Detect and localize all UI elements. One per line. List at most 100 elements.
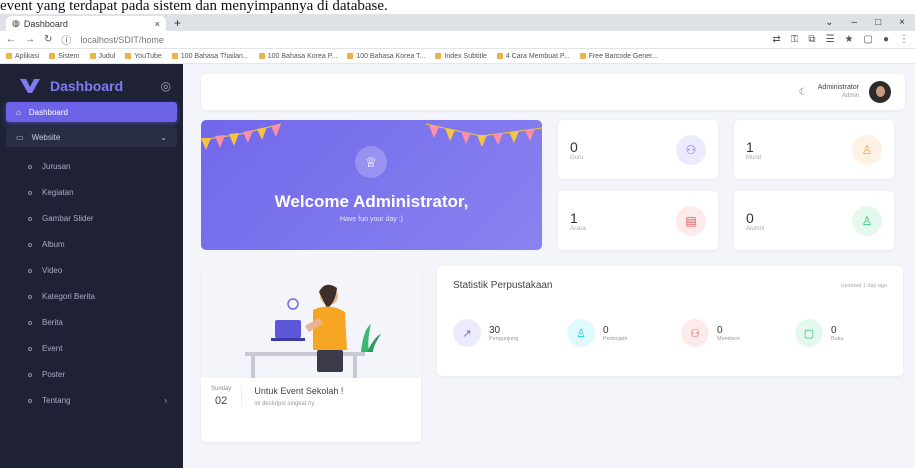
library-stat-label: Buku	[831, 335, 844, 342]
reload-icon[interactable]: ↻	[44, 34, 52, 45]
key-icon[interactable]: ⚿	[791, 34, 799, 45]
stat-value: 1	[746, 138, 754, 155]
bookmark-item[interactable]: 100 Bahasa Korea T...	[347, 53, 425, 60]
user-info[interactable]: Administrator Admin	[818, 83, 859, 101]
sidebar-item-website[interactable]: ▭ Website ⌄	[6, 127, 177, 147]
calendar-icon: ▤	[676, 205, 706, 236]
award-icon: ♕	[355, 146, 387, 178]
translate-icon[interactable]: ⇄	[772, 34, 780, 45]
sidebar-subitem-label: Album	[42, 240, 65, 249]
sidebar-item-dashboard[interactable]: ⌂ Dashboard	[6, 102, 177, 122]
bookmark-item[interactable]: YouTube	[125, 53, 162, 60]
sidebar-subitem[interactable]: Kategori Berita	[6, 287, 177, 306]
bookmark-item[interactable]: Aplikasi	[6, 53, 39, 60]
bookmark-icon	[258, 53, 265, 59]
close-tab-icon[interactable]: ×	[155, 19, 160, 29]
avatar[interactable]	[869, 81, 891, 103]
reader-icon[interactable]: ☰	[826, 34, 835, 45]
stat-label: Guru	[570, 154, 584, 161]
bookmark-item[interactable]: 4 Cara Membuat P...	[496, 52, 570, 60]
home-icon: ⌂	[16, 107, 21, 117]
bookmark-item[interactable]: Index Subtitle	[435, 52, 487, 60]
stat-value: 0	[570, 138, 578, 155]
sidebar-subitem-label: Kegiatan	[42, 188, 74, 197]
top-row: ♕ Welcome Administrator, Have fun your d…	[201, 120, 905, 250]
sidebar-subitem[interactable]: Event	[6, 339, 177, 358]
bookmark-item[interactable]: Judul	[89, 52, 116, 60]
bookmark-label: Judul	[98, 52, 116, 60]
extension-icon[interactable]: ⧉	[808, 34, 815, 45]
brand-name[interactable]: Dashboard	[50, 78, 151, 94]
event-day: Sunday	[211, 386, 232, 392]
bookmark-label: YouTube	[134, 52, 162, 60]
bookmark-icon	[496, 53, 503, 59]
event-card[interactable]: Sunday 02 Untuk Event Sekolah ! ini desk…	[201, 266, 421, 442]
circle-icon	[28, 320, 32, 325]
close-window-icon[interactable]: ×	[899, 17, 905, 28]
bookmark-icon	[171, 53, 178, 59]
library-title: Statistik Perpustakaan	[453, 280, 553, 291]
bookmark-label: Index Subtitle	[444, 52, 487, 60]
alumni-icon: ♙	[852, 205, 882, 236]
settings-icon[interactable]: ◎	[161, 79, 171, 93]
bookmark-label: 100 Bahasa Korea T...	[356, 52, 426, 60]
library-stat-label: Pengunjung	[489, 335, 519, 342]
sidebar-subitem-label: Video	[42, 266, 63, 275]
library-stat: ↗ 30 Pengunjung	[453, 319, 545, 347]
members-icon: ⚇	[681, 319, 709, 347]
woman-laptop-illustration	[245, 284, 381, 378]
stat-label: Acara	[570, 225, 586, 232]
library-stat-label: Members	[717, 335, 740, 342]
bookmarks-bar: Aplikasi Sistem Judul YouTube 100 Bahasa Tha…	[0, 49, 915, 64]
maximize-icon[interactable]: □	[875, 17, 881, 28]
sidebar-subitem[interactable]: Jurusan	[6, 157, 177, 176]
minimize-icon[interactable]: –	[852, 17, 858, 28]
bookmark-label: 100 Bahasa Thailan...	[180, 52, 249, 60]
sidebar-subitem[interactable]: Kegiatan	[6, 183, 177, 202]
menu-icon[interactable]: ⋮	[899, 34, 909, 45]
chevron-right-icon: ›	[164, 396, 167, 405]
main-content: ☾ Administrator Admin ♕ Welcome Administ…	[183, 64, 915, 468]
user-icon: ♙	[567, 319, 595, 347]
chevron-down-icon[interactable]: ⌄	[825, 17, 833, 28]
browser-tab[interactable]: ◍ Dashboard ×	[6, 16, 166, 31]
bookmark-item[interactable]: 100 Bahasa Thailan...	[171, 52, 249, 60]
sidebar-submenu: Jurusan Kegiatan Gambar Slider Album Video Ka…	[6, 157, 177, 410]
welcome-subtitle: Have fun your day :)	[339, 216, 404, 223]
bookmark-label: 4 Cara Membuat P...	[505, 52, 570, 60]
bookmark-icon	[6, 53, 12, 59]
address-actions: ⇄ ⚿ ⧉ ☰ ★ ▢ ● ⋮	[772, 34, 909, 45]
sidebar-subitem[interactable]: Berita	[6, 313, 177, 332]
sidebar-subitem[interactable]: Poster	[6, 365, 177, 384]
theme-toggle-icon[interactable]: ☾	[799, 87, 808, 98]
topbar: ☾ Administrator Admin	[201, 74, 905, 110]
new-tab-button[interactable]: +	[174, 16, 181, 30]
library-stats-card: Statistik Perpustakaan Updated 1 day ago…	[437, 266, 903, 376]
url-field[interactable]: localhost/SDIT/home	[80, 35, 164, 45]
circle-icon	[28, 372, 32, 377]
window-icon[interactable]: ▢	[864, 34, 873, 45]
bookmark-label: Aplikasi	[15, 52, 40, 60]
bookmark-item[interactable]: 100 Bahasa Korea P...	[258, 52, 338, 60]
stat-text: 0 Guru	[570, 139, 676, 161]
bookmark-label: Sistem	[58, 52, 80, 60]
forward-icon[interactable]: →	[25, 34, 35, 45]
profile-icon[interactable]: ●	[883, 34, 889, 45]
stat-value: 1	[570, 209, 578, 226]
back-icon[interactable]: ←	[6, 34, 16, 45]
star-icon[interactable]: ★	[845, 34, 854, 45]
sidebar-subitem[interactable]: Album	[6, 235, 177, 254]
library-items: ↗ 30 Pengunjung ♙ 0 Peminjam ⚇ 0 Members ▢ 0 Buku	[453, 319, 887, 347]
sidebar-subitem-label: Kategori Berita	[42, 292, 95, 301]
bottom-row: Sunday 02 Untuk Event Sekolah ! ini desk…	[201, 266, 905, 442]
bookmark-item[interactable]: Sistem	[49, 52, 80, 60]
stat-label: Alumni	[746, 225, 765, 232]
library-stat-text: 30 Pengunjung	[489, 325, 518, 342]
sidebar-subitem[interactable]: Gambar Slider	[6, 209, 177, 228]
bookmark-label: 100 Bahasa Korea P...	[267, 52, 338, 60]
sidebar-subitem[interactable]: Video	[6, 261, 177, 280]
sidebar-subitem[interactable]: Tentang ›	[6, 391, 177, 410]
bookmark-item[interactable]: Free Barcode Gener...	[579, 53, 658, 60]
sidebar-subitem-label: Gambar Slider	[42, 214, 94, 223]
bookmark-icon	[125, 53, 132, 59]
